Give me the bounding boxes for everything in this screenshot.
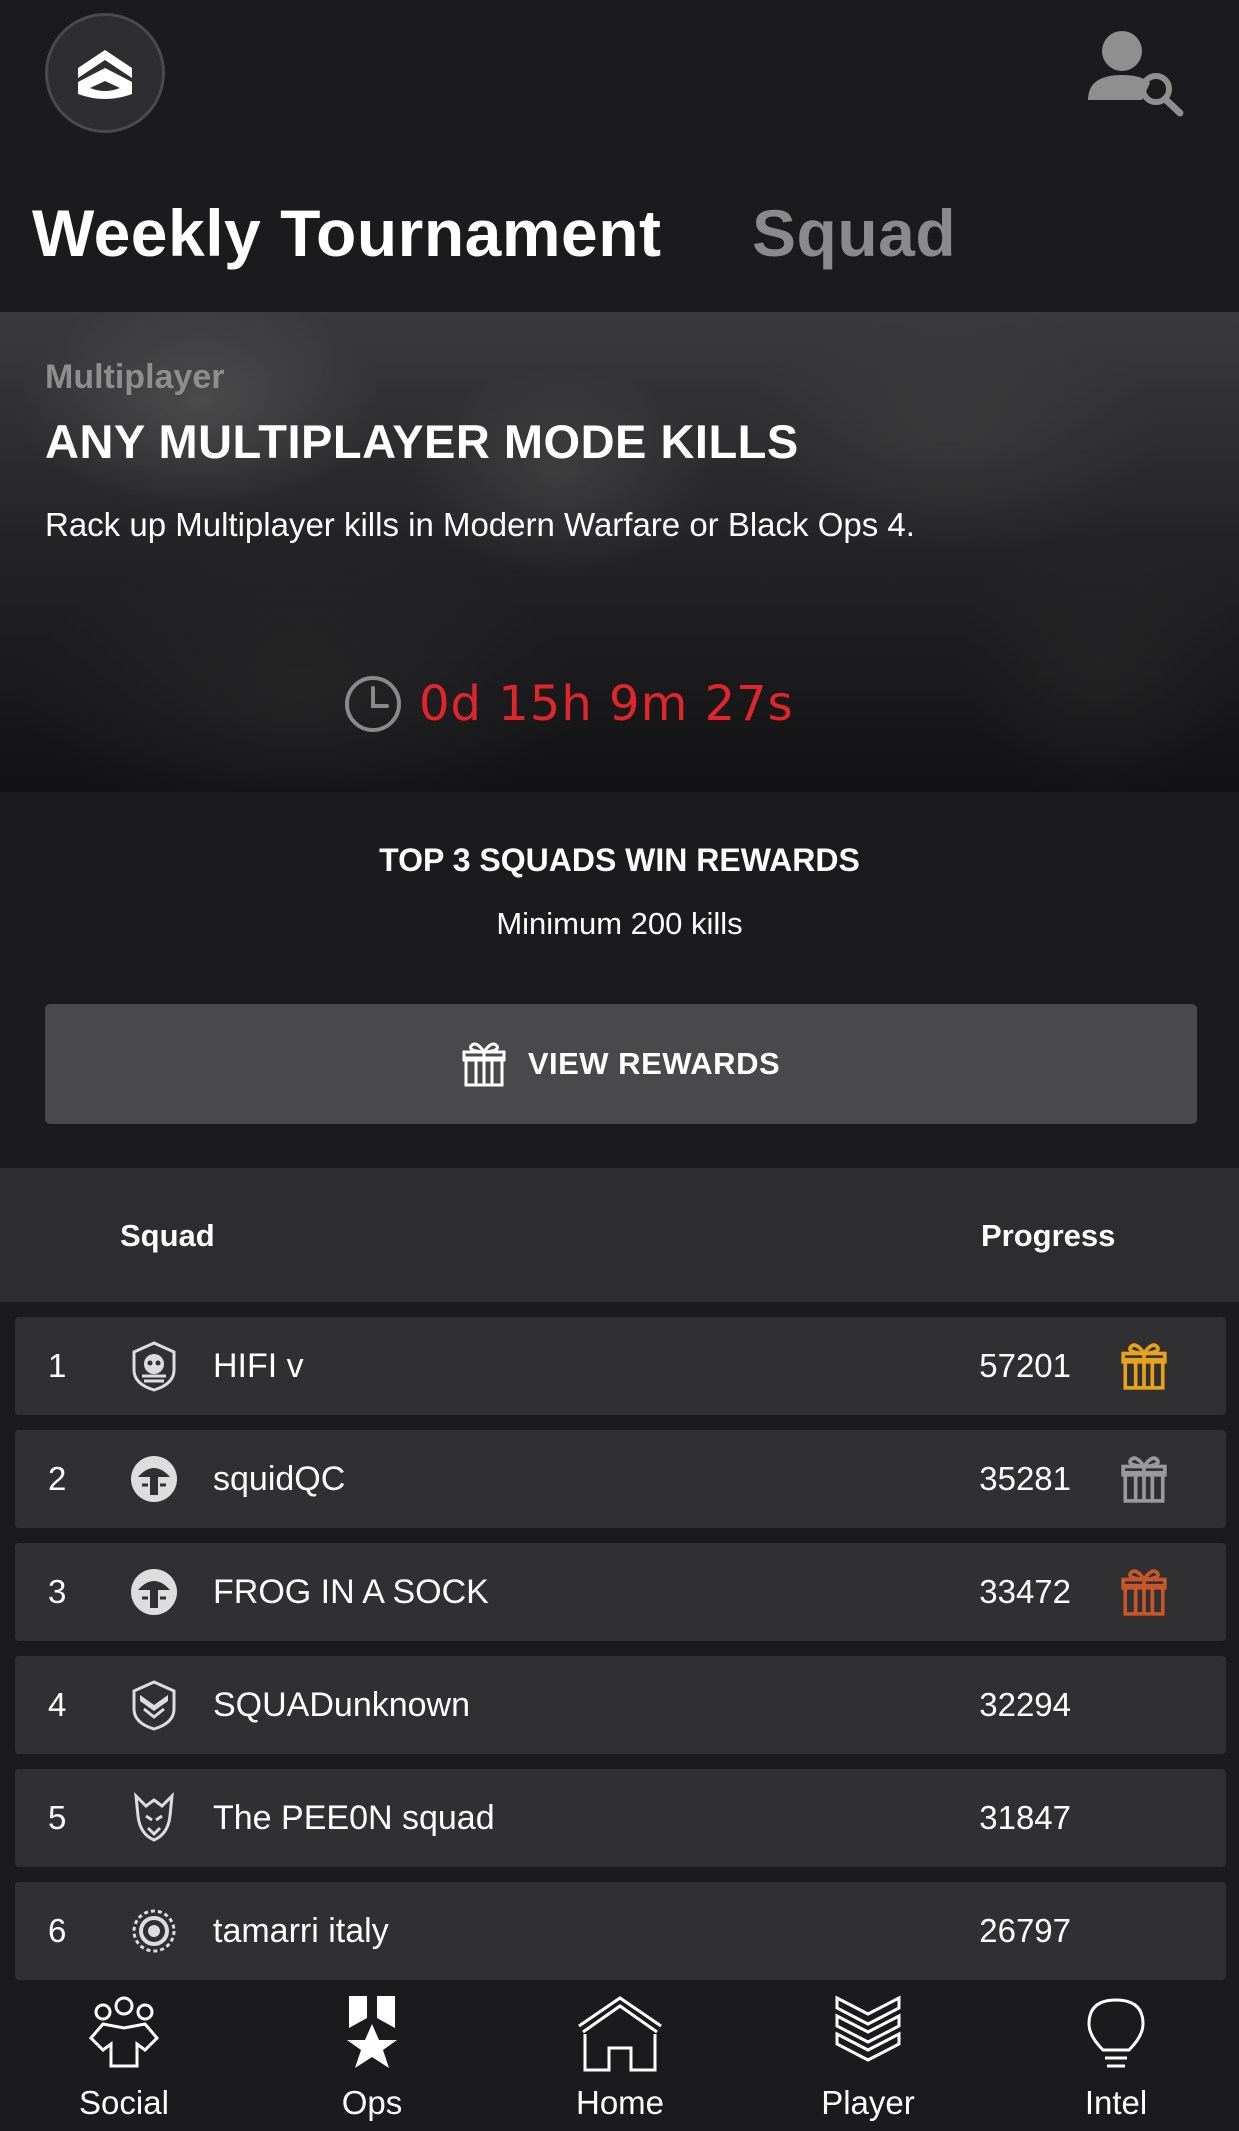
view-rewards-label: VIEW REWARDS	[527, 1046, 781, 1081]
nav-home[interactable]: Home	[496, 1982, 744, 2131]
nav-player[interactable]: Player	[744, 1982, 992, 2131]
nav-player-label: Player	[821, 2084, 915, 2121]
social-icon	[88, 1996, 160, 2068]
leaderboard-list: 1 HIFI v 57201 2 squidQC 35281 3 FROG IN…	[0, 1302, 1239, 1982]
squad-progress: 31847	[979, 1799, 1071, 1836]
nav-ops-label: Ops	[341, 2084, 403, 2121]
squad-progress: 33472	[979, 1573, 1071, 1610]
gift-icon	[462, 1042, 506, 1087]
mushroom-emblem-icon	[131, 1456, 177, 1502]
leaderboard-header: Squad Progress	[0, 1168, 1239, 1302]
player-icon	[835, 1995, 901, 2062]
home-icon	[578, 1996, 662, 2072]
nav-ops[interactable]: Ops	[248, 1982, 496, 2131]
view-rewards-button[interactable]: VIEW REWARDS	[45, 1004, 1197, 1124]
row-rank: 3	[48, 1573, 67, 1610]
row-rank: 6	[48, 1912, 67, 1949]
squad-progress: 35281	[979, 1460, 1071, 1497]
nav-social[interactable]: Social	[0, 1982, 248, 2131]
leaderboard-row[interactable]: 3 FROG IN A SOCK 33472	[15, 1543, 1226, 1641]
squad-name: SQUADunknown	[213, 1686, 471, 1724]
countdown-timer: 0d 15h 9m 27s	[343, 674, 794, 734]
nav-social-label: Social	[79, 2084, 169, 2121]
intel-icon	[1087, 1998, 1145, 2068]
skull-emblem-icon	[132, 1341, 176, 1392]
event-title: ANY MULTIPLAYER MODE KILLS	[45, 415, 799, 468]
leaderboard-row[interactable]: 5 The PEE0N squad 31847	[15, 1769, 1226, 1867]
column-header-progress: Progress	[981, 1218, 1116, 1253]
squad-name: tamarri italy	[213, 1912, 389, 1950]
gold-gift-icon	[1121, 1343, 1167, 1390]
tab-weekly-tournament[interactable]: Weekly Tournament	[32, 195, 662, 271]
row-rank: 1	[48, 1347, 67, 1384]
event-description: Rack up Multiplayer kills in Modern Warf…	[45, 506, 915, 543]
squad-name: FROG IN A SOCK	[213, 1573, 489, 1611]
tab-squad[interactable]: Squad	[752, 195, 956, 271]
nav-intel-label: Intel	[1084, 2084, 1148, 2121]
bottom-nav: Social Ops Home Player Intel	[0, 1982, 1239, 2131]
bronze-gift-icon	[1121, 1569, 1167, 1616]
mushroom-emblem-icon	[131, 1569, 177, 1615]
leaderboard-row[interactable]: 6 tamarri italy 26797	[15, 1882, 1226, 1980]
row-rank: 5	[48, 1799, 67, 1836]
event-category: Multiplayer	[45, 358, 225, 396]
nav-home-label: Home	[575, 2084, 665, 2121]
rewards-section: TOP 3 SQUADS WIN REWARDS Minimum 200 kil…	[0, 792, 1239, 1167]
leaderboard-row[interactable]: 2 squidQC 35281	[15, 1430, 1226, 1528]
squad-progress: 57201	[979, 1347, 1071, 1384]
rewards-requirement: Minimum 200 kills	[496, 906, 743, 941]
squad-progress: 32294	[979, 1686, 1071, 1723]
target-emblem-icon	[132, 1909, 176, 1953]
top-bar: Weekly Tournament Squad	[0, 0, 1239, 310]
squad-name: HIFI v	[213, 1347, 304, 1385]
leaderboard-row[interactable]: 1 HIFI v 57201	[15, 1317, 1226, 1415]
squad-name: The PEE0N squad	[213, 1799, 495, 1837]
silver-gift-icon	[1121, 1456, 1167, 1503]
profile-search-icon[interactable]	[1080, 25, 1190, 120]
squad-name: squidQC	[213, 1460, 346, 1498]
event-banner: Multiplayer ANY MULTIPLAYER MODE KILLS R…	[0, 312, 1239, 792]
row-rank: 2	[48, 1460, 67, 1497]
squad-progress: 26797	[979, 1912, 1071, 1949]
wing-shield-emblem-icon	[132, 1680, 176, 1731]
ops-icon	[347, 1996, 397, 2068]
app-logo-icon[interactable]	[45, 13, 165, 133]
rewards-headline: TOP 3 SQUADS WIN REWARDS	[379, 842, 860, 878]
wolf-emblem-icon	[134, 1792, 174, 1842]
nav-intel[interactable]: Intel	[992, 1982, 1239, 2131]
row-rank: 4	[48, 1686, 67, 1723]
column-header-squad: Squad	[120, 1218, 215, 1253]
clock-icon	[345, 676, 401, 732]
leaderboard-row[interactable]: 4 SQUADunknown 32294	[15, 1656, 1226, 1754]
countdown-text: 0d 15h 9m 27s	[419, 676, 794, 732]
